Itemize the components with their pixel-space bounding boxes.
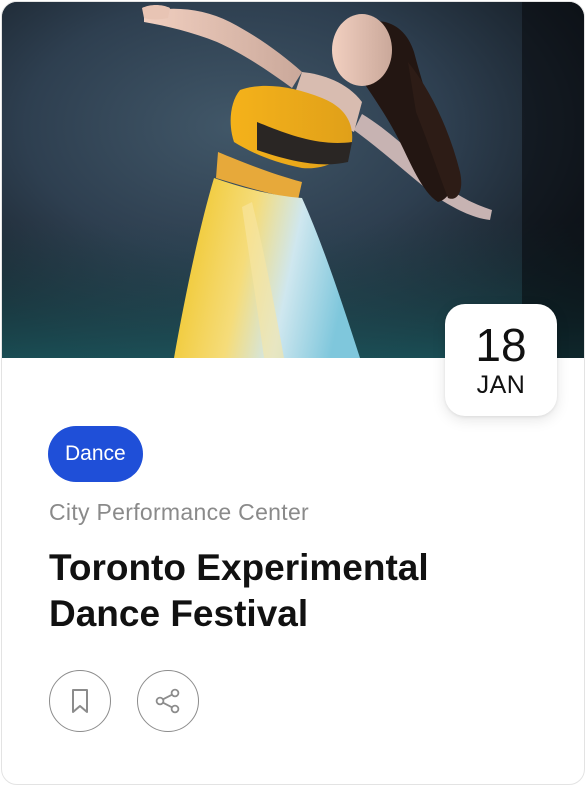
share-button[interactable] — [137, 670, 199, 732]
bookmark-button[interactable] — [49, 670, 111, 732]
event-date-badge: 18 JAN — [445, 304, 557, 416]
event-date-month: JAN — [476, 371, 526, 399]
event-card[interactable]: 18 JAN Dance City Performance Center Tor… — [1, 1, 585, 785]
event-date-day: 18 — [475, 319, 527, 371]
bookmark-icon — [72, 689, 88, 713]
share-icon — [155, 688, 180, 714]
event-title[interactable]: Toronto Experimental Dance Festival — [49, 545, 549, 637]
event-venue: City Performance Center — [49, 499, 309, 525]
category-tag[interactable]: Dance — [48, 426, 143, 482]
